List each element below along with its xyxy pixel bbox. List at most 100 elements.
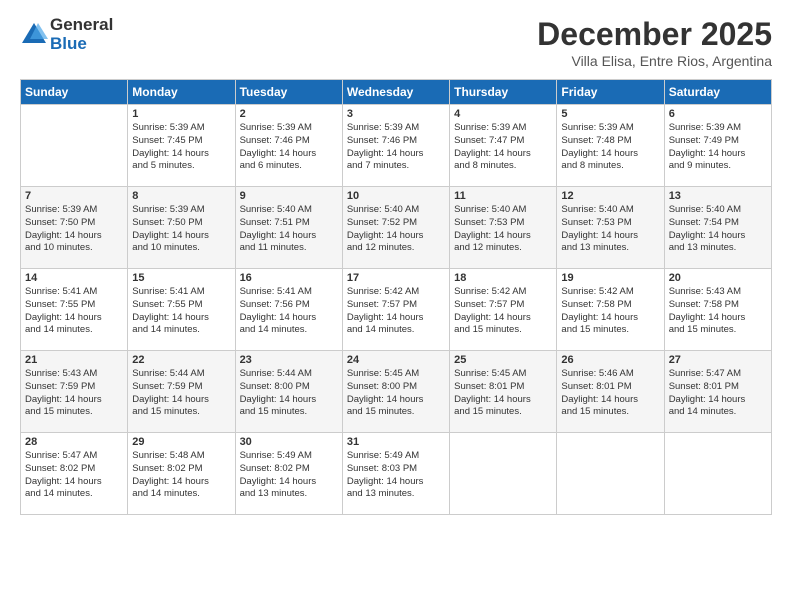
day-info: Sunrise: 5:43 AM Sunset: 7:58 PM Dayligh… — [669, 286, 767, 337]
day-info: Sunrise: 5:40 AM Sunset: 7:51 PM Dayligh… — [240, 204, 338, 255]
day-number: 21 — [25, 354, 123, 366]
calendar-cell: 26 Sunrise: 5:46 AM Sunset: 8:01 PM Dayli… — [557, 351, 664, 433]
title-block: December 2025 Villa Elisa, Entre Rios, A… — [537, 16, 772, 69]
day-info: Sunrise: 5:41 AM Sunset: 7:55 PM Dayligh… — [25, 286, 123, 337]
calendar-cell: 19Sunrise: 5:42 AM Sunset: 7:58 PM Dayli… — [557, 269, 664, 351]
calendar-cell: 23 Sunrise: 5:44 AM Sunset: 8:00 PM Dayli… — [235, 351, 342, 433]
main-title: December 2025 — [537, 16, 772, 53]
calendar-week-row: 14 Sunrise: 5:41 AM Sunset: 7:55 PM Dayli… — [21, 269, 772, 351]
day-info: Sunrise: 5:43 AM Sunset: 7:59 PM Dayligh… — [25, 368, 123, 419]
day-info: Sunrise: 5:41 AM Sunset: 7:55 PM Dayligh… — [132, 286, 230, 337]
calendar-cell: 7Sunrise: 5:39 AM Sunset: 7:50 PM Daylig… — [21, 187, 128, 269]
day-info: Sunrise: 5:42 AM Sunset: 7:57 PM Dayligh… — [347, 286, 445, 337]
calendar-cell: 21 Sunrise: 5:43 AM Sunset: 7:59 PM Dayli… — [21, 351, 128, 433]
calendar-cell: 13 Sunrise: 5:40 AM Sunset: 7:54 PM Dayli… — [664, 187, 771, 269]
day-info: Sunrise: 5:45 AM Sunset: 8:01 PM Dayligh… — [454, 368, 552, 419]
logo-text: General Blue — [50, 16, 113, 53]
day-info: Sunrise: 5:41 AM Sunset: 7:56 PM Dayligh… — [240, 286, 338, 337]
calendar-cell — [557, 433, 664, 515]
calendar-cell — [21, 105, 128, 187]
calendar-cell: 3 Sunrise: 5:39 AM Sunset: 7:46 PM Daylig… — [342, 105, 449, 187]
day-number: 31 — [347, 436, 445, 448]
day-info: Sunrise: 5:39 AM Sunset: 7:46 PM Dayligh… — [347, 122, 445, 173]
day-number: 27 — [669, 354, 767, 366]
day-number: 19 — [561, 272, 659, 284]
day-info: Sunrise: 5:45 AM Sunset: 8:00 PM Dayligh… — [347, 368, 445, 419]
day-number: 10 — [347, 190, 445, 202]
day-info: Sunrise: 5:47 AM Sunset: 8:02 PM Dayligh… — [25, 450, 123, 501]
calendar-cell: 31Sunrise: 5:49 AM Sunset: 8:03 PM Dayli… — [342, 433, 449, 515]
calendar-table: SundayMondayTuesdayWednesdayThursdayFrid… — [20, 79, 772, 515]
logo-blue-label: Blue — [50, 35, 113, 54]
calendar-cell: 30 Sunrise: 5:49 AM Sunset: 8:02 PM Dayli… — [235, 433, 342, 515]
day-info: Sunrise: 5:40 AM Sunset: 7:53 PM Dayligh… — [561, 204, 659, 255]
calendar-cell: 14 Sunrise: 5:41 AM Sunset: 7:55 PM Dayli… — [21, 269, 128, 351]
day-number: 17 — [347, 272, 445, 284]
day-info: Sunrise: 5:44 AM Sunset: 8:00 PM Dayligh… — [240, 368, 338, 419]
day-number: 16 — [240, 272, 338, 284]
day-number: 14 — [25, 272, 123, 284]
day-info: Sunrise: 5:40 AM Sunset: 7:52 PM Dayligh… — [347, 204, 445, 255]
day-number: 12 — [561, 190, 659, 202]
calendar-cell: 25 Sunrise: 5:45 AM Sunset: 8:01 PM Dayli… — [450, 351, 557, 433]
day-number: 9 — [240, 190, 338, 202]
day-number: 15 — [132, 272, 230, 284]
calendar-cell: 29Sunrise: 5:48 AM Sunset: 8:02 PM Dayli… — [128, 433, 235, 515]
calendar-cell: 8Sunrise: 5:39 AM Sunset: 7:50 PM Daylig… — [128, 187, 235, 269]
calendar-cell: 15 Sunrise: 5:41 AM Sunset: 7:55 PM Dayli… — [128, 269, 235, 351]
calendar-header-row: SundayMondayTuesdayWednesdayThursdayFrid… — [21, 80, 772, 105]
day-number: 26 — [561, 354, 659, 366]
calendar-cell: 24 Sunrise: 5:45 AM Sunset: 8:00 PM Dayli… — [342, 351, 449, 433]
calendar-cell: 1Sunrise: 5:39 AM Sunset: 7:45 PM Daylig… — [128, 105, 235, 187]
day-info: Sunrise: 5:48 AM Sunset: 8:02 PM Dayligh… — [132, 450, 230, 501]
calendar-header-friday: Friday — [557, 80, 664, 105]
logo-icon — [20, 21, 48, 49]
day-info: Sunrise: 5:49 AM Sunset: 8:02 PM Dayligh… — [240, 450, 338, 501]
calendar-cell: 27 Sunrise: 5:47 AM Sunset: 8:01 PM Dayli… — [664, 351, 771, 433]
day-info: Sunrise: 5:42 AM Sunset: 7:57 PM Dayligh… — [454, 286, 552, 337]
calendar-cell: 11Sunrise: 5:40 AM Sunset: 7:53 PM Dayli… — [450, 187, 557, 269]
calendar-cell: 18 Sunrise: 5:42 AM Sunset: 7:57 PM Dayli… — [450, 269, 557, 351]
calendar-cell: 5 Sunrise: 5:39 AM Sunset: 7:48 PM Daylig… — [557, 105, 664, 187]
day-info: Sunrise: 5:40 AM Sunset: 7:54 PM Dayligh… — [669, 204, 767, 255]
day-number: 22 — [132, 354, 230, 366]
calendar-cell: 6 Sunrise: 5:39 AM Sunset: 7:49 PM Daylig… — [664, 105, 771, 187]
calendar-cell: 16 Sunrise: 5:41 AM Sunset: 7:56 PM Dayli… — [235, 269, 342, 351]
calendar-cell: 2 Sunrise: 5:39 AM Sunset: 7:46 PM Daylig… — [235, 105, 342, 187]
day-number: 25 — [454, 354, 552, 366]
day-info: Sunrise: 5:39 AM Sunset: 7:46 PM Dayligh… — [240, 122, 338, 173]
calendar-header-saturday: Saturday — [664, 80, 771, 105]
calendar-header-tuesday: Tuesday — [235, 80, 342, 105]
day-number: 13 — [669, 190, 767, 202]
day-info: Sunrise: 5:39 AM Sunset: 7:48 PM Dayligh… — [561, 122, 659, 173]
day-number: 11 — [454, 190, 552, 202]
page: General Blue December 2025 Villa Elisa, … — [0, 0, 792, 612]
calendar-cell: 22 Sunrise: 5:44 AM Sunset: 7:59 PM Dayli… — [128, 351, 235, 433]
day-number: 18 — [454, 272, 552, 284]
calendar-header-sunday: Sunday — [21, 80, 128, 105]
day-number: 6 — [669, 108, 767, 120]
day-info: Sunrise: 5:47 AM Sunset: 8:01 PM Dayligh… — [669, 368, 767, 419]
day-number: 23 — [240, 354, 338, 366]
day-number: 4 — [454, 108, 552, 120]
day-number: 20 — [669, 272, 767, 284]
day-number: 30 — [240, 436, 338, 448]
day-info: Sunrise: 5:39 AM Sunset: 7:50 PM Dayligh… — [132, 204, 230, 255]
calendar-week-row: 21 Sunrise: 5:43 AM Sunset: 7:59 PM Dayli… — [21, 351, 772, 433]
calendar-cell: 28 Sunrise: 5:47 AM Sunset: 8:02 PM Dayli… — [21, 433, 128, 515]
calendar-week-row: 7Sunrise: 5:39 AM Sunset: 7:50 PM Daylig… — [21, 187, 772, 269]
day-info: Sunrise: 5:44 AM Sunset: 7:59 PM Dayligh… — [132, 368, 230, 419]
day-number: 28 — [25, 436, 123, 448]
day-number: 5 — [561, 108, 659, 120]
calendar-cell: 17 Sunrise: 5:42 AM Sunset: 7:57 PM Dayli… — [342, 269, 449, 351]
subtitle: Villa Elisa, Entre Rios, Argentina — [537, 53, 772, 69]
day-info: Sunrise: 5:39 AM Sunset: 7:49 PM Dayligh… — [669, 122, 767, 173]
calendar-cell — [450, 433, 557, 515]
day-number: 2 — [240, 108, 338, 120]
day-info: Sunrise: 5:46 AM Sunset: 8:01 PM Dayligh… — [561, 368, 659, 419]
calendar-cell: 10 Sunrise: 5:40 AM Sunset: 7:52 PM Dayli… — [342, 187, 449, 269]
day-number: 24 — [347, 354, 445, 366]
calendar-cell: 20 Sunrise: 5:43 AM Sunset: 7:58 PM Dayli… — [664, 269, 771, 351]
calendar-cell: 4Sunrise: 5:39 AM Sunset: 7:47 PM Daylig… — [450, 105, 557, 187]
day-number: 3 — [347, 108, 445, 120]
